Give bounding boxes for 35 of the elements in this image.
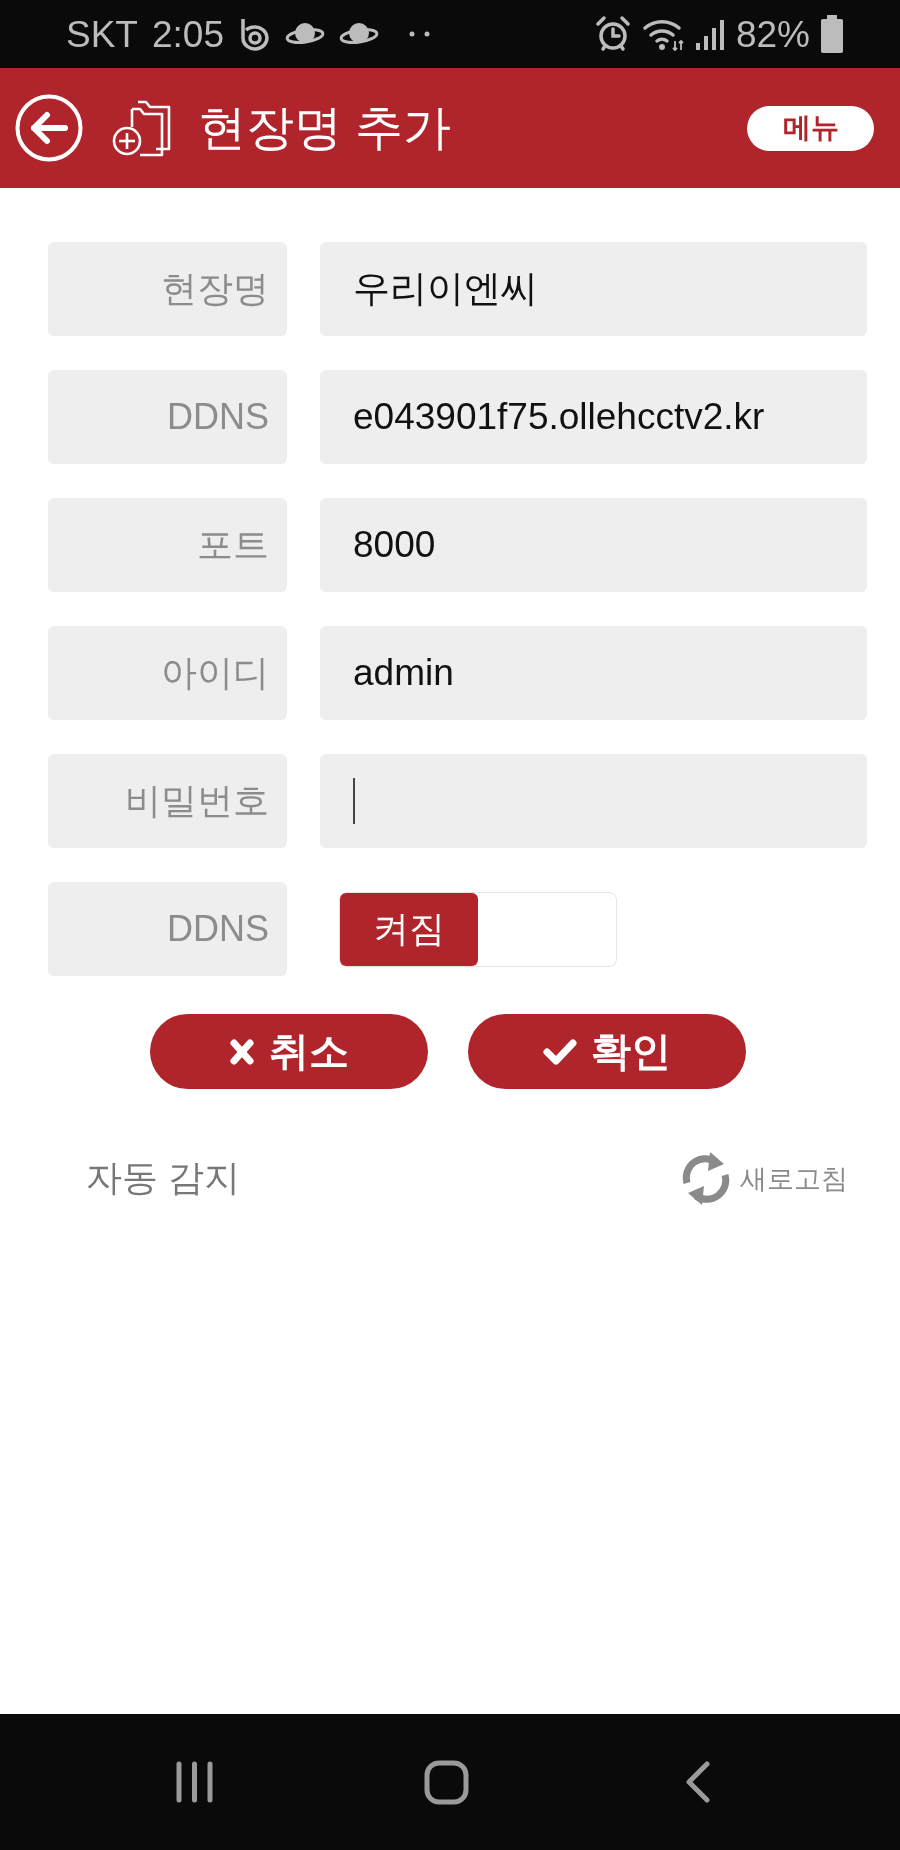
text-field[interactable]: 8000 bbox=[320, 498, 867, 592]
checkmark-icon bbox=[543, 1037, 577, 1066]
text-field[interactable]: admin bbox=[320, 626, 867, 720]
clock-time: 2:05 bbox=[151, 15, 224, 53]
field-label: 포트 bbox=[48, 498, 287, 592]
header-title: 현장명 추가 bbox=[198, 101, 452, 155]
cancel-button[interactable]: 취소 bbox=[150, 1014, 428, 1089]
carrier-name: SKT bbox=[66, 15, 138, 53]
section-title: 자동 감지 bbox=[86, 1156, 240, 1200]
field-label: 현장명 bbox=[48, 242, 287, 336]
more-dots-icon bbox=[409, 31, 430, 37]
folder-plus-icon bbox=[112, 99, 172, 157]
field-label: DDNS bbox=[48, 882, 287, 976]
confirm-button[interactable]: 확인 bbox=[468, 1014, 746, 1089]
toggle-switch[interactable]: 켜짐 bbox=[339, 891, 617, 967]
battery-icon bbox=[820, 15, 844, 53]
alarm-clock-icon bbox=[593, 15, 632, 53]
field-label: DDNS bbox=[48, 370, 287, 464]
password-field[interactable] bbox=[320, 754, 867, 848]
field-label: 비밀번호 bbox=[48, 754, 287, 848]
battery-percent: 82% bbox=[735, 15, 810, 53]
toggle-state-label: 켜짐 bbox=[340, 892, 478, 966]
wifi-icon bbox=[641, 17, 685, 51]
home-icon[interactable] bbox=[423, 1759, 469, 1805]
app-logo-icon bbox=[238, 17, 271, 51]
field-label: 아이디 bbox=[48, 626, 287, 720]
menu-button[interactable]: 메뉴 bbox=[747, 105, 874, 151]
signal-icon bbox=[694, 18, 726, 50]
recent-apps-icon[interactable] bbox=[174, 1761, 214, 1803]
refresh-button[interactable]: 새로고침 bbox=[680, 1149, 848, 1208]
back-icon[interactable] bbox=[685, 1761, 711, 1803]
text-field[interactable]: e043901f75.ollehcctv2.kr bbox=[320, 370, 867, 464]
text-field[interactable]: 우리이엔씨 bbox=[320, 242, 867, 336]
refresh-icon bbox=[680, 1149, 732, 1208]
close-icon bbox=[229, 1036, 255, 1067]
